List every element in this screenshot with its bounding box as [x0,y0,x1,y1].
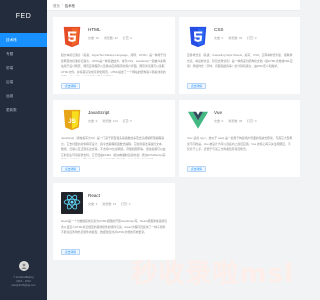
stat-views: 浏览数: 42 [103,36,118,40]
sidebar-item-topics[interactable]: 专题 [0,47,47,61]
stat-articles: 文章: 10 [88,36,100,40]
card-description: JavaScript（通常缩写为JS）是一门基于原型和头等函数的多范式高级解释型… [61,136,166,159]
react-icon [61,192,83,214]
sidebar-footer: © frontEndBeijing 2015 ~ 2024 web@2015@q… [0,261,47,288]
sidebar: FED 技术栈 专题 前端 后端 运维 更新数 © frontEndBeijin… [0,0,47,300]
stat-tips: 打赏: 0 [247,119,257,123]
stat-views: 浏览数: 19 [102,202,117,206]
sidebar-item-tech-stack[interactable]: 技术栈 [0,33,47,47]
stat-tips: 打赏: 0 [122,36,133,40]
card-react[interactable]: React 文章: 3 浏览数: 19 打赏: 0 React是一个为数据提供渲… [53,183,175,260]
card-javascript[interactable]: JS JavaScript 文章: 9 浏览数: 113 打赏: 0 JavaS… [53,100,175,177]
breadcrumb-current: 技术栈 [64,3,75,8]
card-stats: 文章: 4 浏览数: 33 打赏: 0 [214,36,260,40]
card-description: Vue (读音 /vjuː/，类似于 view) 是一套用于构建用户界面的渐进式… [187,136,293,152]
watermark: 秒收录啦msl [131,259,294,289]
sidebar-item-backend[interactable]: 后端 [0,75,47,89]
details-button[interactable]: 点击详情 [187,166,206,172]
breadcrumb-separator: / [61,3,63,7]
card-title[interactable]: HTML [88,27,101,32]
svg-text:JS: JS [68,118,77,125]
avatar[interactable] [18,261,29,271]
card-html[interactable]: HTML 文章: 10 浏览数: 42 打赏: 0 超文本标记语言（英语：Hyp… [53,17,175,94]
css3-icon [189,26,207,48]
card-description: React是一个为数据提供渲染为HTML视图的开源JavaScript 库。Re… [61,219,167,235]
javascript-icon: JS [63,109,81,131]
card-title[interactable]: JavaScript [88,110,109,115]
card-title[interactable]: CSS [214,27,223,32]
user-icon [21,263,26,269]
details-button[interactable]: 点击详情 [61,166,80,172]
stat-views: 浏览数: 33 [228,36,243,40]
card-description: 层叠样式表（英语：Cascading Style Sheets，缩写：CSS；又… [187,53,293,69]
card-stats: 文章: 10 浏览数: 42 打赏: 0 [88,36,136,40]
stat-articles: 文章: 6 [214,119,224,123]
card-stats: 文章: 3 浏览数: 19 打赏: 0 [88,202,134,206]
card-css[interactable]: CSS 文章: 4 浏览数: 33 打赏: 0 层叠样式表（英语：Cascadi… [179,17,300,94]
breadcrumb: 首页 / 技术栈 [47,0,300,11]
card-vue[interactable]: Vue 文章: 6 浏览数: 46 打赏: 0 Vue (读音 /vjuː/，类… [179,100,300,177]
stat-views: 浏览数: 46 [228,119,243,123]
stat-tips: 打赏: 0 [247,36,257,40]
vue-icon [187,111,209,129]
stat-articles: 文章: 3 [88,202,98,206]
html5-icon [63,26,81,48]
card-stats: 文章: 9 浏览数: 113 打赏: 0 [88,119,136,123]
card-description: 超文本标记语言（英语：HyperText Markup Language，简称：… [61,53,167,76]
card-stats: 文章: 6 浏览数: 46 打赏: 0 [214,119,260,123]
footer-line[interactable]: web@2015@qq.com [0,284,47,288]
details-button[interactable]: 点击详情 [187,83,206,89]
sidebar-item-ops[interactable]: 运维 [0,89,47,103]
card-title[interactable]: Vue [214,110,222,115]
stat-tips: 打赏: 0 [121,202,131,206]
sidebar-item-updates[interactable]: 更新数 [0,103,47,117]
logo[interactable]: FED [0,0,47,32]
stat-articles: 文章: 9 [88,119,98,123]
stat-articles: 文章: 4 [214,36,224,40]
breadcrumb-home[interactable]: 首页 [53,3,60,8]
card-title[interactable]: React [88,193,100,198]
stat-tips: 打赏: 0 [122,119,132,123]
sidebar-item-frontend[interactable]: 前端 [0,61,47,75]
details-button[interactable]: 点击详情 [61,83,80,89]
details-button[interactable]: 点击详情 [61,249,80,255]
stat-views: 浏览数: 113 [102,119,118,123]
